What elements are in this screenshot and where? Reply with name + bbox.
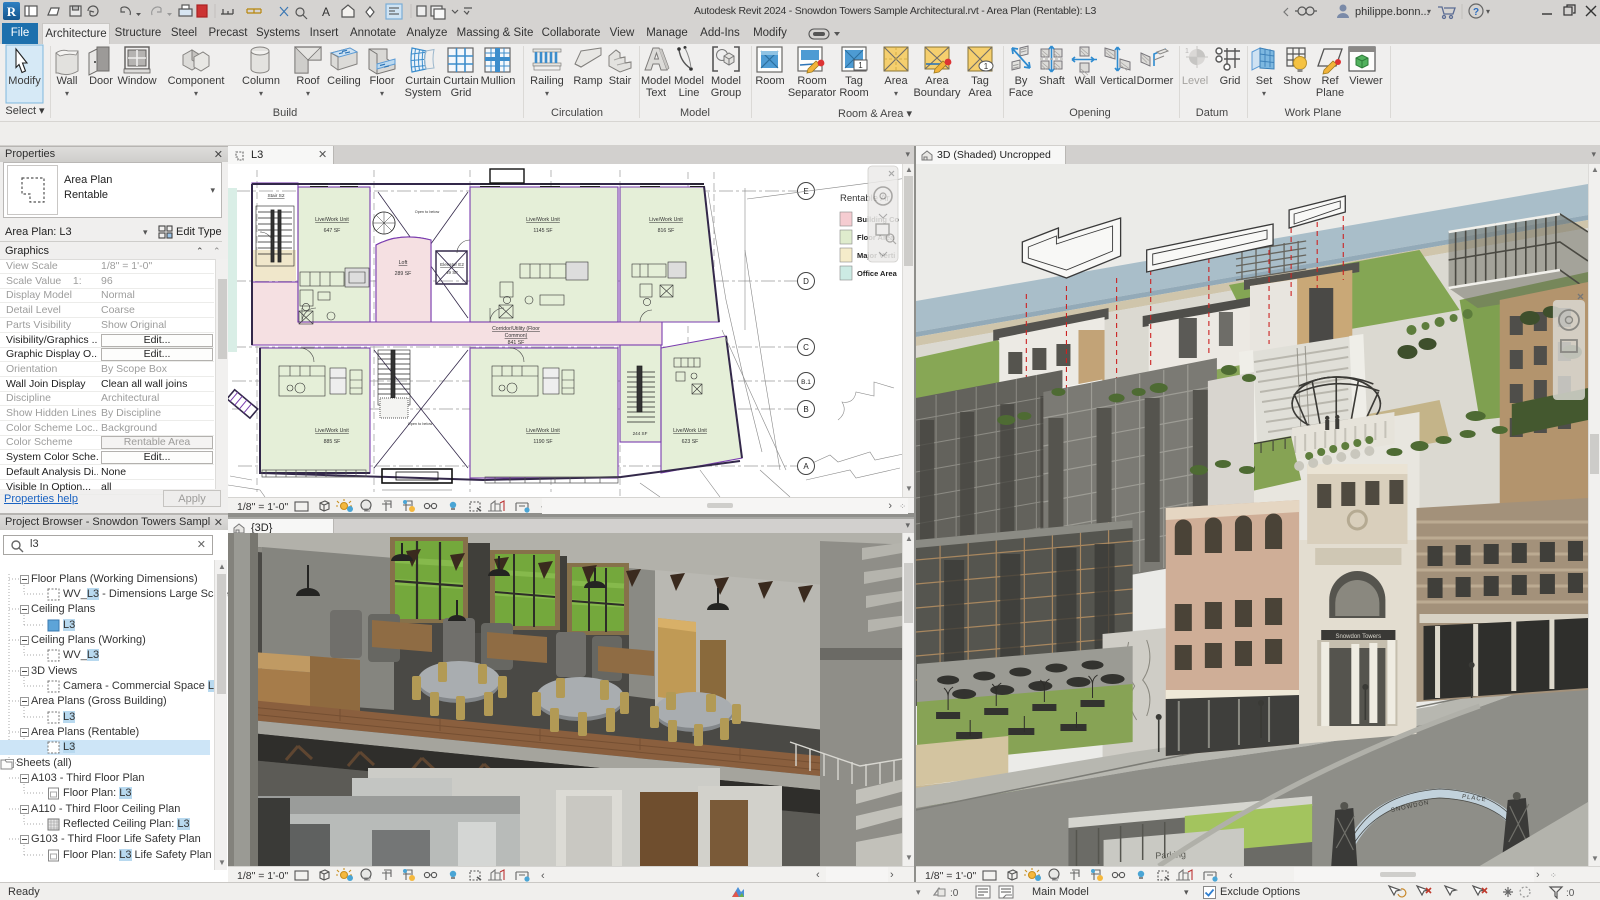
svg-text:A: A [322, 5, 330, 19]
svg-text::0: :0 [950, 888, 959, 899]
svg-text:244 SF: 244 SF [633, 431, 648, 436]
svg-text:D: D [803, 277, 809, 286]
svg-text:philippe.bonn...: philippe.bonn... [1355, 6, 1430, 18]
svg-text:?: ? [1473, 7, 1479, 18]
svg-text:1/8" = 1'-0": 1/8" = 1'-0" [237, 870, 288, 882]
svg-text:1/8" = 1'-0": 1/8" = 1'-0" [237, 501, 288, 513]
svg-text:▾: ▾ [1427, 7, 1431, 16]
svg-text:Open to below: Open to below [408, 422, 433, 426]
svg-text:49 SF: 49 SF [446, 270, 458, 275]
svg-text:B.1: B.1 [801, 379, 811, 386]
svg-text:1: 1 [984, 62, 989, 71]
svg-text:Office Area: Office Area [857, 269, 898, 278]
svg-text:1145 SF: 1145 SF [533, 228, 552, 234]
svg-text:1/8" = 1'-0": 1/8" = 1'-0" [925, 870, 976, 882]
svg-text:‹: ‹ [1229, 870, 1233, 882]
svg-text:Snowdon Towers: Snowdon Towers [1335, 634, 1381, 640]
svg-text:R: R [7, 4, 17, 19]
svg-text:647 SF: 647 SF [324, 228, 341, 234]
svg-text:Live/Work Unit: Live/Work Unit [315, 428, 349, 434]
svg-text:Live/Work Unit: Live/Work Unit [673, 428, 707, 434]
svg-text:Common): Common) [505, 333, 528, 339]
svg-text:Loft: Loft [399, 260, 408, 266]
svg-text:‹: ‹ [541, 870, 545, 882]
svg-text:Live/Work Unit: Live/Work Unit [526, 428, 560, 434]
svg-text:Live/Work Unit: Live/Work Unit [315, 217, 349, 223]
svg-text:1: 1 [858, 61, 863, 70]
svg-text:Elevator E2: Elevator E2 [440, 262, 464, 267]
svg-text:▾: ▾ [1486, 7, 1490, 16]
svg-text:289 SF: 289 SF [395, 271, 412, 277]
svg-text:A: A [803, 462, 809, 471]
svg-text:Live/Work Unit: Live/Work Unit [526, 217, 560, 223]
svg-text:816 SF: 816 SF [658, 228, 675, 234]
svg-text:B: B [803, 405, 808, 414]
svg-text:841 SF: 841 SF [508, 340, 525, 346]
svg-text::0: :0 [1566, 888, 1575, 899]
svg-text:Live/Work Unit: Live/Work Unit [649, 217, 683, 223]
svg-text:Corridor/Utility (Floor: Corridor/Utility (Floor [492, 326, 540, 332]
svg-text:885 SF: 885 SF [324, 439, 341, 445]
svg-text:C: C [803, 343, 809, 352]
svg-text:Stair S2: Stair S2 [267, 193, 284, 199]
svg-text:1: 1 [1185, 48, 1189, 55]
svg-text:1190 SF: 1190 SF [533, 439, 552, 445]
svg-text:Open to below: Open to below [415, 210, 440, 214]
svg-text:623 SF: 623 SF [682, 439, 699, 445]
